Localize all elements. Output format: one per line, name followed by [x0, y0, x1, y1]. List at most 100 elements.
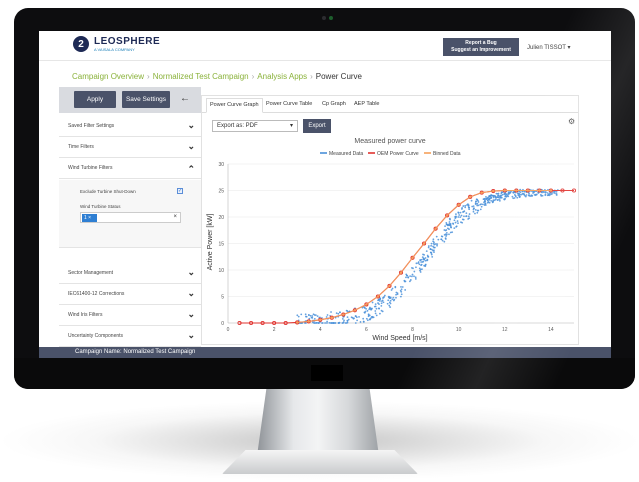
measured-point — [424, 257, 427, 259]
brand-name: LEOSPHERE — [94, 35, 161, 47]
monitor-logo — [311, 365, 343, 381]
binned-point — [319, 318, 322, 322]
measured-point — [500, 196, 503, 199]
measured-point — [484, 204, 487, 206]
clear-icon[interactable]: × — [173, 214, 177, 220]
app-screen: 2 LEOSPHERE A VAISALA COMPANY Report a B… — [39, 31, 611, 358]
crumb-campaign[interactable]: Normalized Test Campaign — [153, 72, 249, 81]
crumb-current: Power Curve — [315, 72, 363, 81]
status-tag[interactable]: 1 × — [82, 214, 97, 222]
measured-point — [465, 215, 468, 217]
arrow-left-icon[interactable]: ← — [180, 93, 190, 104]
measured-point — [462, 211, 464, 213]
crumb-analysis-apps[interactable]: Analysis Apps — [257, 72, 307, 81]
x-tick-label: 6 — [365, 327, 368, 333]
measured-point — [512, 197, 515, 200]
measured-point — [544, 193, 547, 196]
measured-point — [541, 191, 544, 194]
measured-point — [459, 216, 462, 219]
measured-point — [445, 231, 448, 234]
y-tick-label: 0 — [221, 321, 224, 327]
sidebar-item-saved-filters[interactable]: Saved Filter Settings ⌄ — [59, 116, 201, 137]
measured-point — [523, 190, 526, 193]
turbine-status-input[interactable]: 1 × × — [80, 212, 181, 223]
measured-point — [409, 279, 412, 281]
measured-point — [375, 314, 378, 317]
chart-legend: Measured Data OEM Power Curve Binned Data — [320, 151, 461, 157]
measured-point — [492, 201, 494, 203]
sidebar-item-wind-turbine-filters[interactable]: Wind Turbine Filters ⌃ — [59, 158, 201, 179]
measured-point — [368, 308, 371, 311]
measured-point — [427, 245, 430, 247]
exclude-shutdown-checkbox[interactable]: ✓ — [177, 188, 183, 194]
chevron-down-icon: ⌄ — [187, 141, 195, 151]
measured-point — [355, 315, 357, 318]
tab-bar: Power Curve Graph Power Curve Table Cp G… — [202, 96, 578, 113]
measured-point — [308, 317, 311, 320]
measured-point — [305, 315, 307, 318]
tab-power-curve-graph[interactable]: Power Curve Graph — [206, 98, 263, 113]
measured-point — [379, 300, 381, 302]
measured-point — [400, 286, 402, 288]
measured-point — [452, 223, 455, 225]
sidebar-item-iec-corrections[interactable]: IEC61400-12 Corrections ⌄ — [59, 284, 201, 305]
measured-point — [475, 200, 477, 203]
measured-point — [374, 310, 377, 312]
measured-point — [424, 265, 427, 268]
measured-point — [429, 248, 432, 251]
tab-power-curve-table[interactable]: Power Curve Table — [266, 101, 312, 107]
brand-logo[interactable]: 2 LEOSPHERE A VAISALA COMPANY — [73, 36, 160, 52]
measured-point — [436, 244, 438, 247]
measured-point — [524, 194, 526, 197]
measured-point — [362, 320, 365, 323]
sidebar-item-uncertainty[interactable]: Uncertainty Components ⌄ — [59, 326, 201, 347]
measured-point — [508, 192, 511, 195]
measured-point — [455, 225, 458, 228]
apply-button[interactable]: Apply — [74, 91, 116, 108]
measured-point — [460, 214, 463, 217]
user-menu[interactable]: Julien TISSOT ▾ — [527, 44, 570, 51]
binned-point — [353, 309, 357, 312]
measured-point — [456, 220, 459, 222]
crumb-campaign-overview[interactable]: Campaign Overview — [72, 72, 144, 81]
measured-point — [404, 289, 407, 291]
tab-cp-graph[interactable]: Cp Graph — [322, 101, 346, 107]
export-button[interactable]: Export — [303, 119, 331, 133]
measured-point — [472, 210, 475, 213]
binned-point — [526, 189, 530, 192]
gear-icon[interactable]: ⚙ — [568, 117, 575, 126]
binned-point — [480, 191, 483, 194]
campaign-name-label: Campaign Name: Normalized Test Campaign — [75, 349, 196, 355]
sidebar-item-time-filters[interactable]: Time Filters ⌄ — [59, 137, 201, 158]
report-bug-button[interactable]: Report a Bug Suggest an Improvement — [443, 38, 519, 56]
measured-point — [350, 316, 353, 319]
tab-aep-table[interactable]: AEP Table — [354, 101, 379, 107]
measured-point — [530, 194, 533, 197]
measured-point — [464, 206, 467, 209]
measured-point — [432, 245, 434, 248]
measured-point — [363, 311, 366, 314]
measured-point — [470, 199, 473, 202]
export-format-select[interactable]: Export as: PDF ▾ — [212, 120, 298, 132]
measured-point — [433, 251, 435, 253]
measured-point — [429, 251, 432, 254]
measured-point — [305, 322, 307, 324]
measured-point — [467, 215, 470, 218]
measured-point — [313, 314, 316, 316]
measured-point — [415, 262, 418, 265]
measured-point — [417, 262, 419, 265]
measured-point — [542, 191, 545, 194]
measured-point — [432, 238, 435, 241]
save-settings-button[interactable]: Save Settings — [122, 91, 170, 108]
sidebar-item-label: Saved Filter Settings — [68, 123, 115, 129]
sidebar-item-label: Time Filters — [68, 144, 94, 150]
legend-label: OEM Power Curve — [377, 151, 419, 157]
measured-point — [455, 213, 457, 216]
measured-point — [413, 275, 415, 278]
sidebar-item-wind-iris-filters[interactable]: Wind Iris Filters ⌄ — [59, 305, 201, 326]
measured-point — [437, 238, 440, 241]
breadcrumb: Campaign Overview › Normalized Test Campai… — [72, 72, 362, 81]
measured-point — [518, 195, 521, 198]
measured-point — [445, 235, 448, 237]
sidebar-item-sector-management[interactable]: Sector Management ⌄ — [59, 263, 201, 284]
